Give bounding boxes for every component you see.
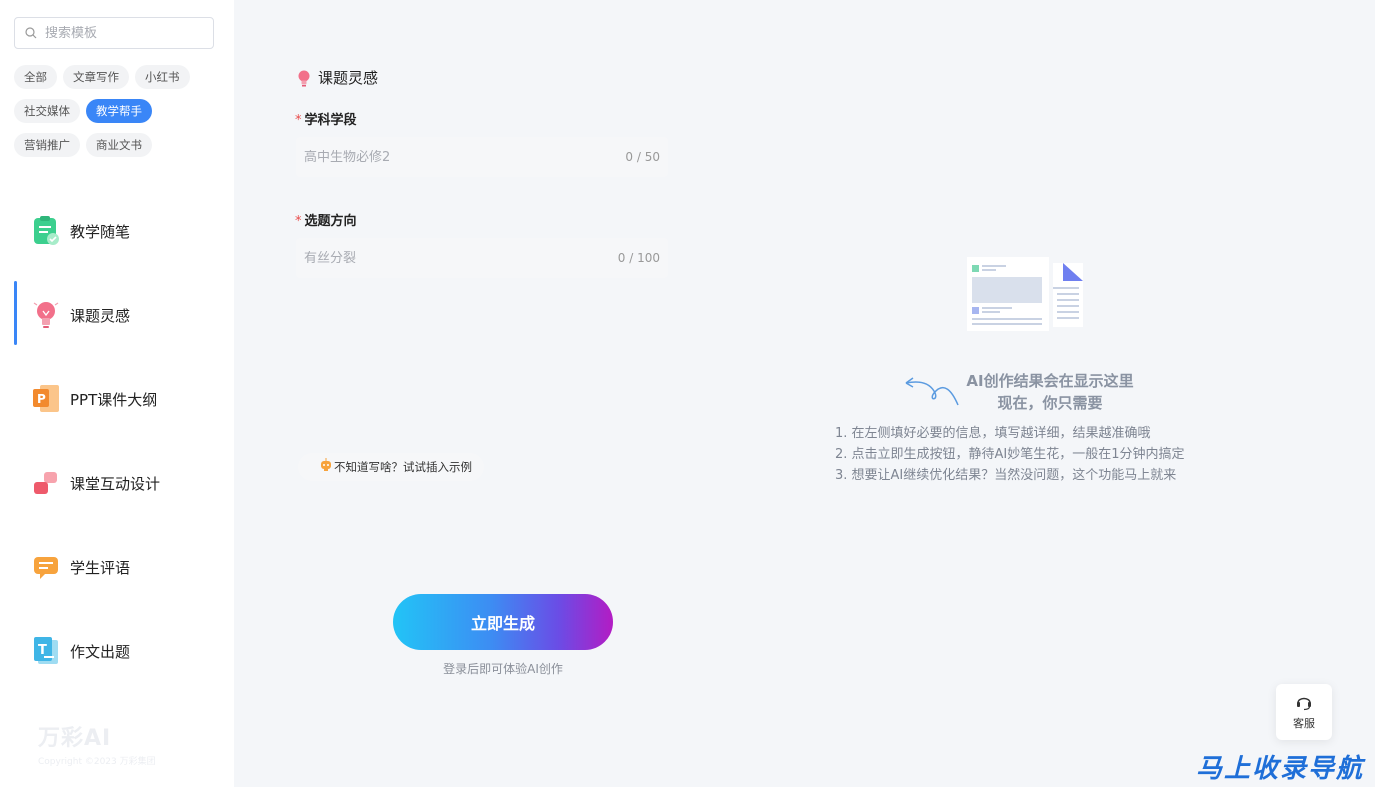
form-header: 课题灵感 xyxy=(296,67,378,88)
subject-input[interactable] xyxy=(304,149,626,165)
menu-item-essay-topics[interactable]: T 作文出题 xyxy=(0,609,234,693)
menu-item-teaching-notes[interactable]: 教学随笔 xyxy=(0,189,234,273)
notepad-check-icon xyxy=(32,215,60,247)
result-title: AI创作结果会在显示这里 现在，你只需要 xyxy=(966,372,1134,412)
tag-article-writing[interactable]: 文章写作 xyxy=(63,65,129,89)
char-count: 0 / 50 xyxy=(625,150,660,164)
template-menu: 教学随笔 课题灵感 P PPT课件大纲 课堂互动设计 学生评语 T 作文出题 xyxy=(0,189,234,693)
menu-label: 课题灵感 xyxy=(70,306,131,325)
field-label-subject: * 学科学段 xyxy=(295,113,357,128)
login-tip: 登录后即可体验AI创作 xyxy=(443,662,563,676)
required-mark: * xyxy=(295,113,302,128)
headset-icon xyxy=(1297,697,1311,711)
interaction-icon xyxy=(32,467,60,499)
brand-logo: 万彩AI xyxy=(38,726,112,751)
svg-text:T: T xyxy=(38,643,47,658)
menu-label: 教学随笔 xyxy=(70,222,131,241)
step-item: 2. 点击立即生成按钮，静待AI妙笔生花，一般在1分钟内搞定 xyxy=(835,447,1185,462)
form-panel: 课题灵感 *学科学段 0 / 50 *选题方向 0 / 100 不知道写啥？试试… xyxy=(268,47,688,687)
menu-item-class-interaction[interactable]: 课堂互动设计 xyxy=(0,441,234,525)
svg-text:P: P xyxy=(37,392,46,406)
essay-icon: T xyxy=(32,635,60,667)
lightbulb-icon xyxy=(32,299,60,331)
tag-teaching-helper[interactable]: 教学帮手 xyxy=(86,99,152,123)
lightbulb-icon xyxy=(298,70,310,86)
copyright-text: Copyright ©2023 万彩集团 xyxy=(38,757,156,767)
search-input[interactable] xyxy=(45,25,205,41)
watermark: 马上收录导航 xyxy=(1196,754,1365,784)
search-box[interactable] xyxy=(14,17,214,49)
service-label: 客服 xyxy=(1293,717,1315,730)
sidebar: 全部 文章写作 小红书 社交媒体 教学帮手 营销推广 商业文书 xyxy=(0,0,234,787)
menu-label: PPT课件大纲 xyxy=(70,390,158,409)
subject-field[interactable]: 0 / 50 xyxy=(296,137,668,177)
brand-footer: 万彩AI Copyright ©2023 万彩集团 xyxy=(38,720,156,767)
field-label-direction: * 选题方向 xyxy=(295,214,357,229)
char-count: 0 / 100 xyxy=(617,251,660,265)
menu-item-topic-inspiration[interactable]: 课题灵感 xyxy=(0,273,234,357)
document-illustration xyxy=(967,257,1083,331)
generate-button[interactable]: 立即生成 xyxy=(393,594,613,650)
search-icon xyxy=(25,27,37,39)
step-item: 1. 在左侧填好必要的信息，填写越详细，结果越准确哦 xyxy=(835,426,1151,441)
menu-item-student-comments[interactable]: 学生评语 xyxy=(0,525,234,609)
comment-icon xyxy=(32,551,60,583)
form-title: 课题灵感 xyxy=(318,69,379,87)
category-tags: 全部 文章写作 小红书 社交媒体 教学帮手 营销推广 商业文书 xyxy=(14,65,224,167)
menu-label: 课堂互动设计 xyxy=(70,474,161,493)
robot-icon xyxy=(321,458,331,471)
hint-text: 不知道写啥？试试插入示例 xyxy=(334,460,472,474)
usage-steps: 1. 在左侧填好必要的信息，填写越详细，结果越准确哦 2. 点击立即生成按钮，静… xyxy=(835,423,1185,486)
ppt-icon: P xyxy=(32,383,60,415)
direction-input[interactable] xyxy=(304,250,618,266)
step-item: 3. 想要让AI继续优化结果？当然没问题，这个功能马上就来 xyxy=(835,468,1177,483)
tag-business-docs[interactable]: 商业文书 xyxy=(86,133,152,157)
menu-item-ppt-outline[interactable]: P PPT课件大纲 xyxy=(0,357,234,441)
tag-xiaohongshu[interactable]: 小红书 xyxy=(135,65,190,89)
tag-all[interactable]: 全部 xyxy=(14,65,57,89)
tag-marketing[interactable]: 营销推广 xyxy=(14,133,80,157)
customer-service-button[interactable]: 客服 xyxy=(1276,684,1332,740)
tag-social-media[interactable]: 社交媒体 xyxy=(14,99,80,123)
required-mark: * xyxy=(295,214,302,229)
insert-example-button[interactable]: 不知道写啥？试试插入示例 xyxy=(298,453,484,481)
menu-label: 学生评语 xyxy=(70,558,131,577)
direction-field[interactable]: 0 / 100 xyxy=(296,238,668,278)
menu-label: 作文出题 xyxy=(70,642,131,661)
